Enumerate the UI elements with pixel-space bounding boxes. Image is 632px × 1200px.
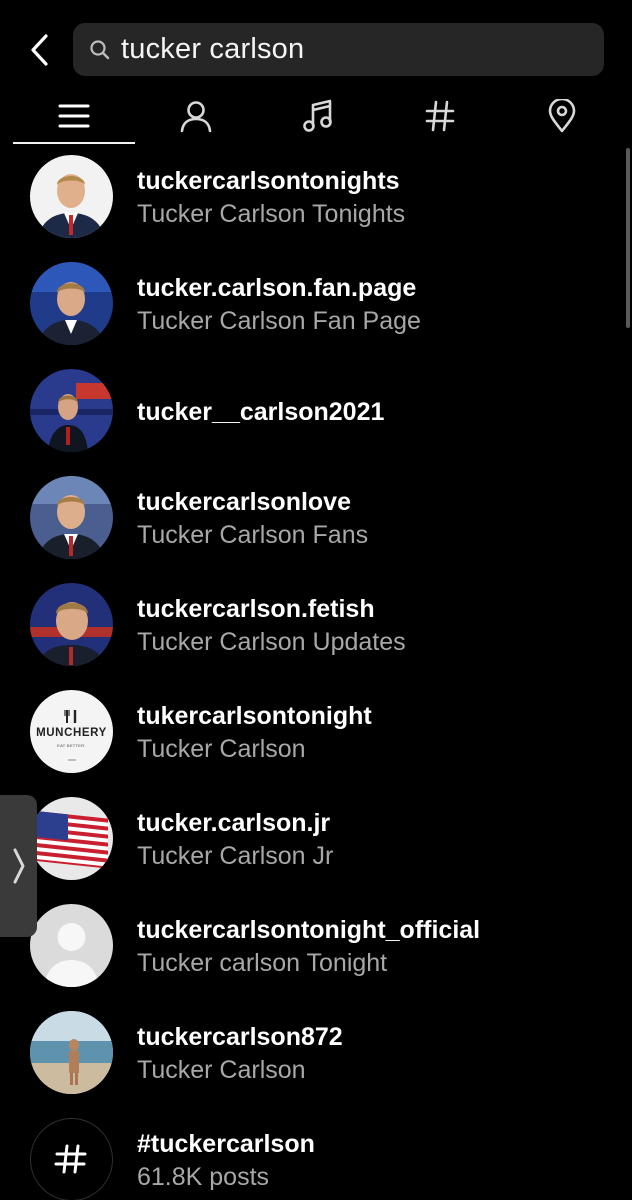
result-username: tuckercarlsonlove xyxy=(137,488,351,516)
result-fullname: Tucker Carlson Fans xyxy=(137,521,369,549)
result-row[interactable]: MUNCHERY EAT BETTER. tukercarlsontonight… xyxy=(0,683,632,790)
search-input[interactable]: tucker carlson xyxy=(121,33,304,66)
avatar xyxy=(30,262,113,345)
search-bar[interactable]: tucker carlson xyxy=(73,23,604,76)
result-username: tuckercarlson872 xyxy=(137,1023,343,1051)
result-fullname: Tucker Carlson xyxy=(137,735,306,763)
result-row[interactable]: tucker.carlson.fan.page Tucker Carlson F… xyxy=(0,255,632,362)
location-pin-icon xyxy=(548,99,576,133)
top-bar: tucker carlson xyxy=(0,0,632,84)
tab-places[interactable] xyxy=(501,90,623,142)
result-username: tuckercarlsontonight_official xyxy=(137,916,481,944)
result-fullname: Tucker Carlson Jr xyxy=(137,842,334,870)
result-row[interactable]: tucker__carlson2021 xyxy=(0,362,632,469)
side-panel-handle[interactable] xyxy=(0,795,37,937)
music-note-icon xyxy=(303,99,332,132)
result-username: tucker.carlson.fan.page xyxy=(137,274,417,302)
tab-audio[interactable] xyxy=(257,90,379,142)
default-avatar-icon xyxy=(30,904,113,987)
result-username: tucker__carlson2021 xyxy=(137,398,385,426)
avatar xyxy=(30,797,113,880)
avatar xyxy=(30,155,113,238)
avatar xyxy=(30,904,113,987)
hashtag-post-count: 61.8K posts xyxy=(137,1163,270,1191)
result-fullname: Tucker Carlson Updates xyxy=(137,628,406,656)
back-button[interactable] xyxy=(22,30,56,70)
avatar xyxy=(30,476,113,559)
chevron-left-icon xyxy=(31,34,48,66)
tab-tags[interactable] xyxy=(379,90,501,142)
munchery-tagline: EAT BETTER. xyxy=(57,743,86,748)
result-fullname: Tucker Carlson Tonights xyxy=(137,200,406,228)
avatar xyxy=(30,369,113,452)
result-row[interactable]: tuckercarlson872 Tucker Carlson xyxy=(0,1004,632,1111)
result-fullname: Tucker carlson Tonight xyxy=(137,949,388,977)
result-username: tuckercarlsontonights xyxy=(137,167,400,195)
menu-icon xyxy=(58,104,90,128)
person-icon xyxy=(180,101,212,133)
result-row[interactable]: tuckercarlsontonights Tucker Carlson Ton… xyxy=(0,148,632,255)
result-username: tucker.carlson.jr xyxy=(137,809,331,837)
avatar: MUNCHERY EAT BETTER. xyxy=(30,690,113,773)
search-tabs xyxy=(0,84,632,146)
result-fullname: Tucker Carlson xyxy=(137,1056,306,1084)
result-fullname: Tucker Carlson Fan Page xyxy=(137,307,421,335)
hashtag-row[interactable]: #tuckercarlson 61.8K posts xyxy=(0,1111,632,1200)
avatar xyxy=(30,583,113,666)
munchery-logo-text: MUNCHERY xyxy=(36,727,107,739)
us-flag-icon xyxy=(30,797,113,880)
chevron-right-icon xyxy=(13,848,24,884)
hashtag-icon xyxy=(54,1144,87,1174)
active-tab-indicator xyxy=(13,142,135,144)
tab-top[interactable] xyxy=(13,90,135,142)
result-row[interactable]: tuckercarlsonlove Tucker Carlson Fans xyxy=(0,469,632,576)
search-icon xyxy=(89,39,111,61)
hashtag-avatar xyxy=(30,1118,113,1200)
result-username: tukercarlsontonight xyxy=(137,702,372,730)
result-row[interactable]: tuckercarlson.fetish Tucker Carlson Upda… xyxy=(0,576,632,683)
result-row[interactable]: tucker.carlson.jr Tucker Carlson Jr xyxy=(0,790,632,897)
result-row[interactable]: tuckercarlsontonight_official Tucker car… xyxy=(0,897,632,1004)
avatar xyxy=(30,1011,113,1094)
scrollbar[interactable] xyxy=(626,148,630,328)
result-username: tuckercarlson.fetish xyxy=(137,595,375,623)
hashtag-name: #tuckercarlson xyxy=(137,1130,315,1158)
tab-accounts[interactable] xyxy=(135,90,257,142)
hashtag-icon xyxy=(425,100,455,132)
